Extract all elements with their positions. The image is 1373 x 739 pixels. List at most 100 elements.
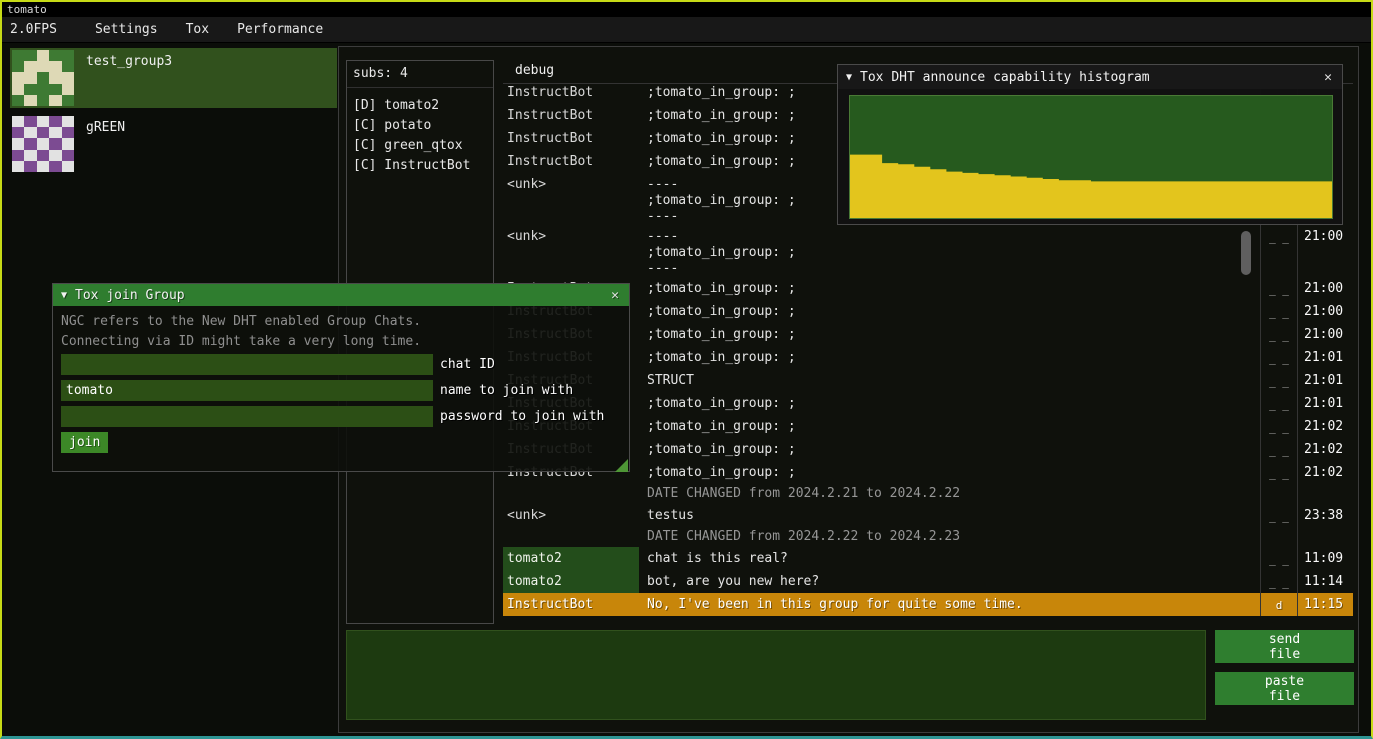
message-time: 21:02 xyxy=(1297,438,1353,461)
message-time: 21:01 xyxy=(1297,346,1353,369)
message-row[interactable]: tomato2chat is this real?_ _11:09 xyxy=(503,547,1353,570)
collapse-icon[interactable]: ▼ xyxy=(61,290,67,301)
chat-scrollbar-thumb[interactable] xyxy=(1241,231,1251,275)
close-icon[interactable]: ✕ xyxy=(609,288,621,303)
message-status: _ _ xyxy=(1260,438,1297,461)
join-group-body: NGC refers to the New DHT enabled Group … xyxy=(53,306,629,473)
message-row[interactable]: InstructBot;tomato_in_group: ;_ _21:00 xyxy=(503,277,1353,300)
message-text: ;tomato_in_group: ; xyxy=(639,323,1260,346)
message-status: _ _ xyxy=(1260,300,1297,323)
join-group-title: Tox join Group xyxy=(75,288,185,303)
chat-id-label: chat ID xyxy=(433,354,495,375)
menu-bar: 2.0FPS SettingsToxPerformance xyxy=(2,17,1371,43)
date-changed-text: DATE CHANGED from 2024.2.21 to 2024.2.22 xyxy=(639,484,1260,504)
message-time: 21:00 xyxy=(1297,277,1353,300)
message-status: _ _ xyxy=(1260,547,1297,570)
subs-member[interactable]: [C] InstructBot xyxy=(353,156,487,176)
menu-item-performance[interactable]: Performance xyxy=(223,22,337,37)
message-text: No, I've been in this group for quite so… xyxy=(639,593,1260,616)
dht-histogram-titlebar[interactable]: ▼ Tox DHT announce capability histogram … xyxy=(838,65,1342,89)
date-changed-row: DATE CHANGED from 2024.2.22 to 2024.2.23 xyxy=(503,527,1353,547)
subs-member[interactable]: [D] tomato2 xyxy=(353,96,487,116)
dht-histogram-plot xyxy=(849,95,1333,219)
paste-file-button[interactable]: paste file xyxy=(1215,672,1354,705)
message-text: ;tomato_in_group: ; xyxy=(639,300,1260,323)
group-avatar xyxy=(12,116,74,172)
message-text: chat is this real? xyxy=(639,547,1260,570)
message-text: ;tomato_in_group: ; xyxy=(639,392,1260,415)
resize-grip[interactable] xyxy=(615,459,628,472)
message-text: ;tomato_in_group: ; xyxy=(639,461,1260,484)
join-button[interactable]: join xyxy=(61,432,108,453)
message-status: _ _ xyxy=(1260,323,1297,346)
message-text: ;tomato_in_group: ; xyxy=(639,346,1260,369)
join-group-window: ▼ Tox join Group ✕ NGC refers to the New… xyxy=(52,283,630,472)
message-row[interactable]: InstructBot;tomato_in_group: ;_ _21:02 xyxy=(503,415,1353,438)
message-status: _ _ xyxy=(1260,277,1297,300)
message-row[interactable]: InstructBotSTRUCT_ _21:01 xyxy=(503,369,1353,392)
message-input[interactable] xyxy=(346,630,1206,720)
message-text: bot, are you new here? xyxy=(639,570,1260,593)
menu-item-tox[interactable]: Tox xyxy=(172,22,223,37)
join-password-input[interactable] xyxy=(61,406,433,427)
group-avatar xyxy=(12,50,74,106)
date-changed-text: DATE CHANGED from 2024.2.22 to 2024.2.23 xyxy=(639,527,1260,547)
message-author: <unk> xyxy=(503,173,639,225)
window-titlebar[interactable]: tomato xyxy=(2,2,1371,17)
menu-item-settings[interactable]: Settings xyxy=(81,22,172,37)
group-list: test_group3 gREEN xyxy=(10,48,337,174)
message-time: 21:00 xyxy=(1297,323,1353,346)
subs-list: [D] tomato2[C] potato[C] green_qtox[C] I… xyxy=(347,88,493,176)
message-time: 23:38 xyxy=(1297,504,1353,527)
message-text: ;tomato_in_group: ; xyxy=(639,415,1260,438)
message-status: _ _ xyxy=(1260,461,1297,484)
group-sidebar: test_group3 gREEN xyxy=(10,48,337,180)
message-row[interactable]: InstructBotNo, I've been in this group f… xyxy=(503,593,1353,616)
message-row[interactable]: InstructBot;tomato_in_group: ;_ _21:00 xyxy=(503,323,1353,346)
group-item-test_group3[interactable]: test_group3 xyxy=(10,48,337,108)
group-name: gREEN xyxy=(76,114,125,135)
chat-id-input[interactable] xyxy=(61,354,433,375)
join-name-input[interactable] xyxy=(61,380,433,401)
message-row[interactable]: tomato2bot, are you new here?_ _11:14 xyxy=(503,570,1353,593)
message-text: ;tomato_in_group: ; xyxy=(639,277,1260,300)
join-group-titlebar[interactable]: ▼ Tox join Group ✕ xyxy=(53,284,629,306)
message-row[interactable]: InstructBot;tomato_in_group: ;_ _21:02 xyxy=(503,461,1353,484)
message-time: 21:02 xyxy=(1297,461,1353,484)
message-status: _ _ xyxy=(1260,392,1297,415)
subs-member[interactable]: [C] green_qtox xyxy=(353,136,487,156)
message-time: 21:02 xyxy=(1297,415,1353,438)
join-name-label: name to join with xyxy=(433,380,573,401)
message-author: InstructBot xyxy=(503,104,639,127)
message-status: _ _ xyxy=(1260,346,1297,369)
message-time: 11:15 xyxy=(1297,593,1353,616)
message-text: testus xyxy=(639,504,1260,527)
message-row[interactable]: InstructBot;tomato_in_group: ;_ _21:01 xyxy=(503,392,1353,415)
message-time: 21:00 xyxy=(1297,225,1353,277)
tab-debug[interactable]: debug xyxy=(515,63,554,78)
subs-member[interactable]: [C] potato xyxy=(353,116,487,136)
message-status: _ _ xyxy=(1260,570,1297,593)
subs-count-label: subs: 4 xyxy=(347,61,493,88)
message-status: _ _ xyxy=(1260,415,1297,438)
message-author: InstructBot xyxy=(503,150,639,173)
join-info-line2: Connecting via ID might take a very long… xyxy=(53,330,629,350)
message-row[interactable]: InstructBot;tomato_in_group: ;_ _21:00 xyxy=(503,300,1353,323)
send-file-button[interactable]: send file xyxy=(1215,630,1354,663)
message-row[interactable]: InstructBot;tomato_in_group: ;_ _21:02 xyxy=(503,438,1353,461)
message-row[interactable]: <unk>testus_ _23:38 xyxy=(503,504,1353,527)
group-name: test_group3 xyxy=(76,48,172,69)
message-row[interactable]: <unk>----;tomato_in_group: ;----_ _21:00 xyxy=(503,225,1353,277)
menu-items: SettingsToxPerformance xyxy=(81,22,337,37)
message-row[interactable]: InstructBot;tomato_in_group: ;_ _21:01 xyxy=(503,346,1353,369)
date-changed-row: DATE CHANGED from 2024.2.21 to 2024.2.22 xyxy=(503,484,1353,504)
message-author: tomato2 xyxy=(503,547,639,570)
message-status: _ _ xyxy=(1260,504,1297,527)
message-text: ;tomato_in_group: ; xyxy=(639,438,1260,461)
dht-histogram-title: Tox DHT announce capability histogram xyxy=(860,70,1150,85)
collapse-icon[interactable]: ▼ xyxy=(846,72,852,83)
close-icon[interactable]: ✕ xyxy=(1322,70,1334,85)
message-author: InstructBot xyxy=(503,593,639,616)
message-time: 11:14 xyxy=(1297,570,1353,593)
group-item-gREEN[interactable]: gREEN xyxy=(10,114,337,174)
